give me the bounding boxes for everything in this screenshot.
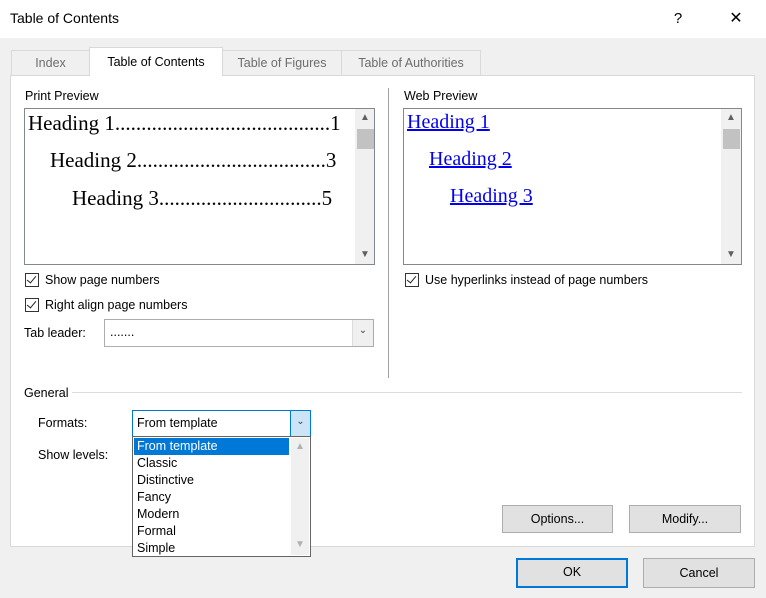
tab-table-of-figures[interactable]: Table of Figures: [222, 50, 342, 75]
web-preview-box[interactable]: Heading 1 Heading 2 Heading 3 ▲ ▼: [403, 108, 742, 265]
format-option[interactable]: Formal: [134, 523, 289, 540]
formats-select[interactable]: From template ⌄: [132, 410, 311, 437]
format-option[interactable]: Modern: [134, 506, 289, 523]
dropdown-scrollbar[interactable]: ▲ ▼: [291, 438, 309, 555]
tab-index[interactable]: Index: [11, 50, 90, 75]
web-preview-label: Web Preview: [404, 89, 478, 103]
print-preview-scrollbar[interactable]: ▲ ▼: [354, 109, 374, 264]
print-preview-label: Print Preview: [25, 89, 99, 103]
scroll-down-icon[interactable]: ▼: [355, 249, 374, 261]
format-option[interactable]: Distinctive: [134, 472, 289, 489]
scroll-up-icon[interactable]: ▲: [291, 441, 309, 453]
web-preview-heading-3[interactable]: Heading 3: [450, 185, 533, 208]
cancel-button[interactable]: Cancel: [643, 558, 755, 588]
show-page-numbers-label[interactable]: Show page numbers: [45, 273, 160, 287]
format-option[interactable]: From template: [134, 438, 289, 455]
modify-button[interactable]: Modify...: [629, 505, 741, 533]
options-button[interactable]: Options...: [502, 505, 613, 533]
tab-leader-label: Tab leader:: [24, 326, 86, 340]
chevron-down-icon[interactable]: ⌄: [290, 410, 311, 437]
tab-table-of-authorities[interactable]: Table of Authorities: [341, 50, 481, 75]
close-button[interactable]: ✕: [718, 4, 754, 34]
tab-table-of-contents[interactable]: Table of Contents: [89, 47, 223, 76]
vertical-divider: [388, 88, 389, 378]
right-align-label[interactable]: Right align page numbers: [45, 298, 187, 312]
scroll-up-icon[interactable]: ▲: [355, 112, 374, 124]
format-option[interactable]: Fancy: [134, 489, 289, 506]
scroll-thumb[interactable]: [357, 129, 374, 149]
use-hyperlinks-checkbox[interactable]: [405, 273, 419, 287]
web-preview-heading-1[interactable]: Heading 1: [407, 111, 490, 134]
print-preview-heading-1: Heading 1...............................…: [28, 111, 341, 135]
help-button[interactable]: ?: [664, 4, 692, 34]
print-preview-heading-2: Heading 2...............................…: [50, 148, 337, 172]
web-preview-scrollbar[interactable]: ▲ ▼: [721, 109, 741, 264]
scroll-down-icon[interactable]: ▼: [291, 539, 309, 551]
print-preview-box[interactable]: Heading 1...............................…: [24, 108, 375, 265]
formats-label: Formats:: [38, 416, 88, 430]
show-levels-label: Show levels:: [38, 448, 109, 462]
right-align-checkbox[interactable]: [25, 298, 39, 312]
use-hyperlinks-label[interactable]: Use hyperlinks instead of page numbers: [425, 273, 648, 287]
chevron-down-icon[interactable]: ⌄: [352, 320, 373, 346]
dialog-title: Table of Contents: [10, 10, 119, 26]
scroll-down-icon[interactable]: ▼: [721, 249, 741, 261]
formats-dropdown-list[interactable]: From template Classic Distinctive Fancy …: [132, 436, 311, 557]
show-page-numbers-checkbox[interactable]: [25, 273, 39, 287]
format-option[interactable]: Simple: [134, 540, 289, 557]
general-group-label: General: [24, 386, 69, 400]
web-preview-heading-2[interactable]: Heading 2: [429, 148, 512, 171]
ok-button[interactable]: OK: [516, 558, 628, 588]
formats-value: From template: [137, 416, 218, 430]
scroll-up-icon[interactable]: ▲: [721, 112, 741, 124]
tab-leader-select[interactable]: ....... ⌄: [104, 319, 374, 347]
print-preview-heading-3: Heading 3...............................…: [72, 186, 333, 210]
scroll-thumb[interactable]: [723, 129, 740, 149]
format-option[interactable]: Classic: [134, 455, 289, 472]
tab-leader-value: .......: [110, 325, 135, 339]
general-divider: [72, 392, 742, 393]
